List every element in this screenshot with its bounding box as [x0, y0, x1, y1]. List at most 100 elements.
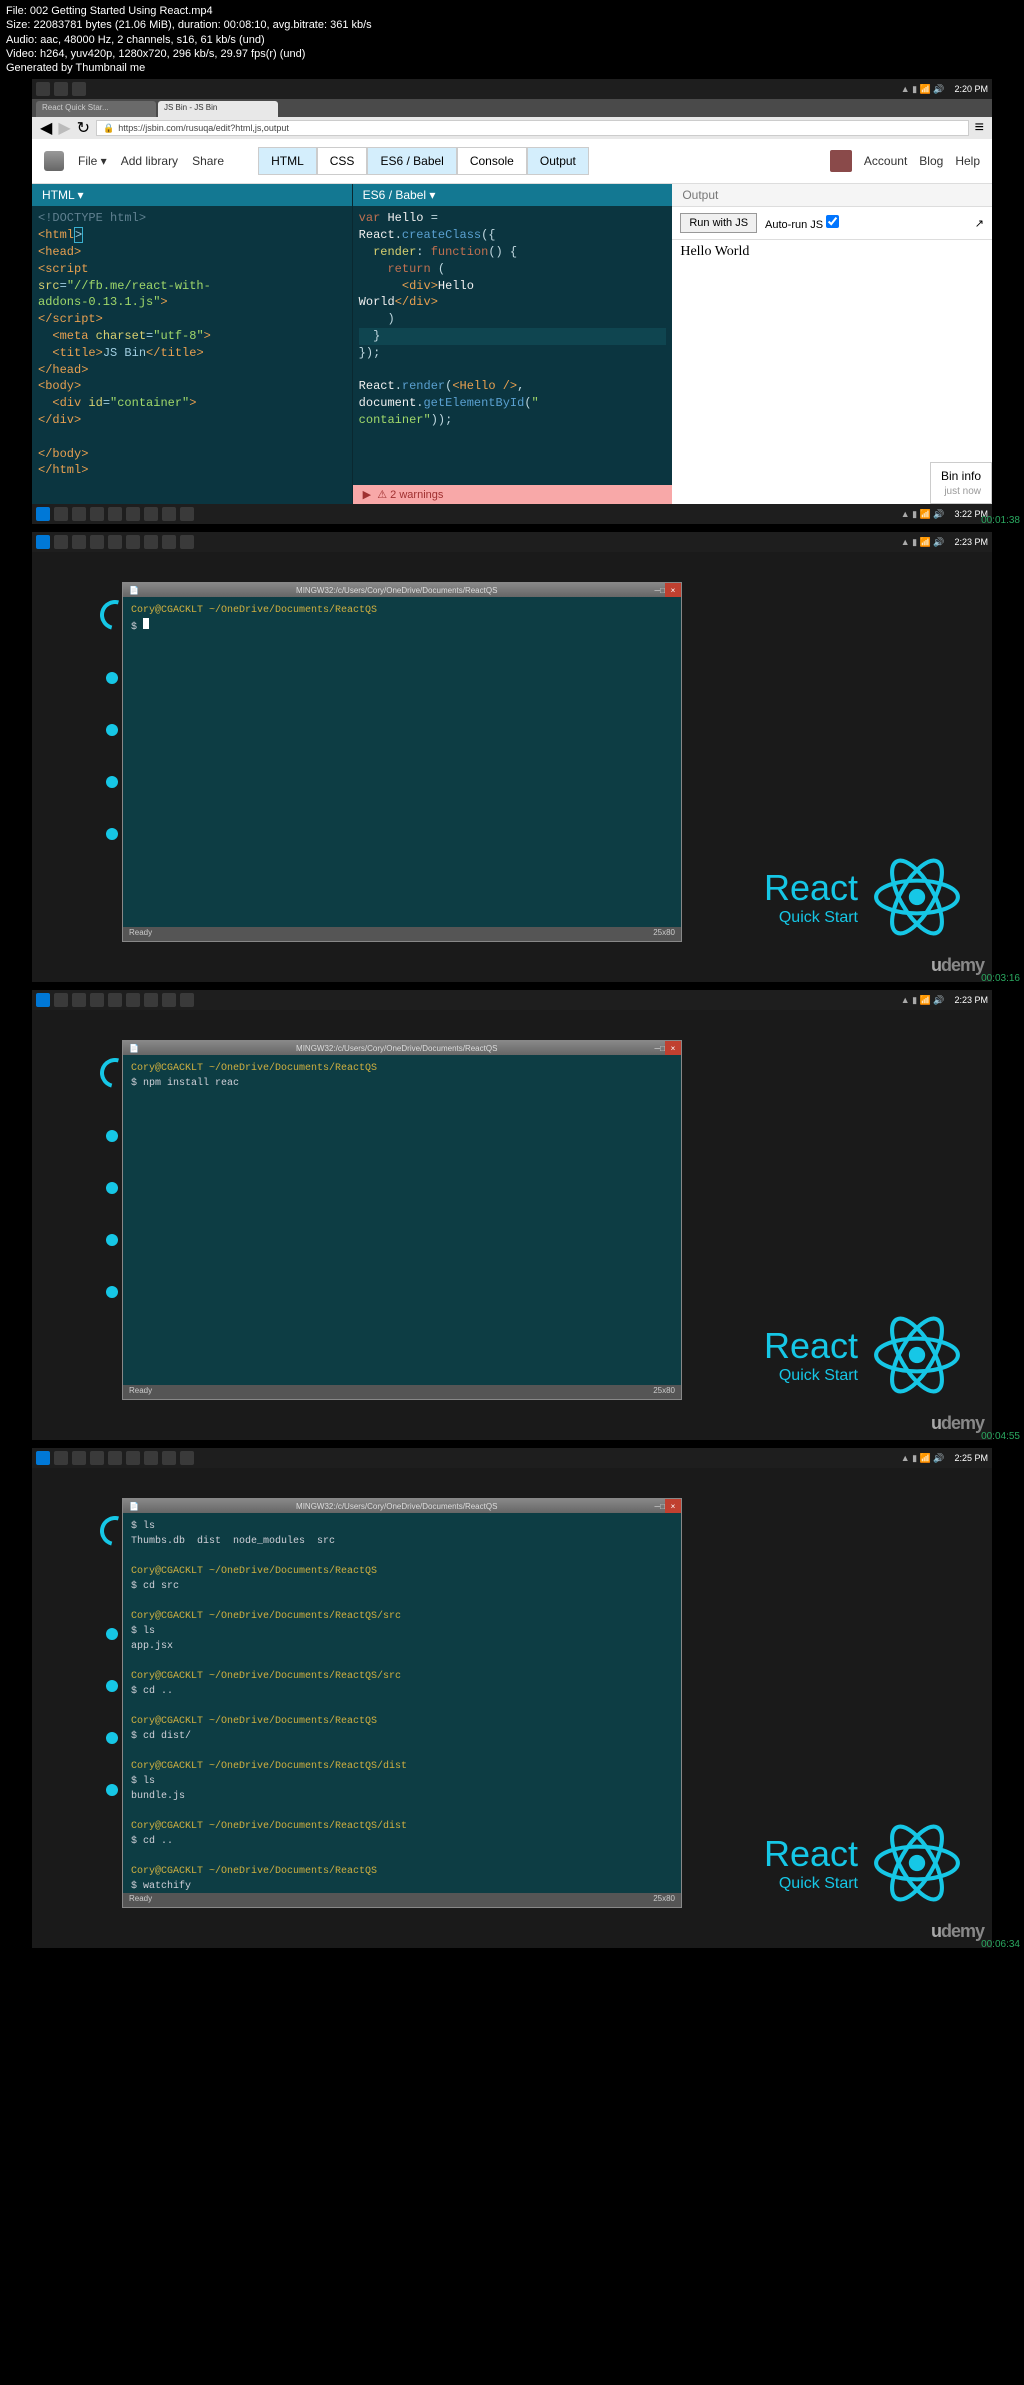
close-icon[interactable]: × [665, 1041, 681, 1055]
frame-timestamp: 00:04:55 [981, 1431, 1020, 1442]
taskbar-app[interactable] [108, 507, 122, 521]
taskbar-app[interactable] [54, 535, 68, 549]
taskbar-icon[interactable] [36, 82, 50, 96]
taskbar-app[interactable] [54, 507, 68, 521]
tray[interactable]: ▲ ▮ 📶 🔊 [901, 509, 945, 520]
react-logo-icon [872, 1310, 962, 1400]
reload-icon[interactable]: ↻ [77, 118, 90, 138]
udemy-watermark: udemy [931, 1921, 984, 1942]
close-icon[interactable]: × [665, 1499, 681, 1513]
taskbar-app[interactable] [126, 507, 140, 521]
system-tray[interactable]: ▲ ▮ 📶 🔊 [901, 84, 945, 95]
run-button[interactable]: Run with JS [680, 213, 757, 233]
user-avatar[interactable] [830, 150, 852, 172]
slide-bullets [106, 1130, 118, 1298]
help-link[interactable]: Help [955, 154, 980, 168]
share-menu[interactable]: Share [192, 154, 224, 168]
jsbin-logo[interactable] [44, 151, 64, 171]
blog-link[interactable]: Blog [919, 154, 943, 168]
taskbar-app[interactable] [108, 535, 122, 549]
output-panel: Output Run with JS Auto-run JS ↗ Hello W… [672, 184, 992, 504]
taskbar-app[interactable] [162, 993, 176, 1007]
taskbar-icon[interactable] [54, 82, 68, 96]
taskbar-app[interactable] [54, 993, 68, 1007]
expand-icon[interactable]: ↗ [975, 217, 984, 230]
tab-output[interactable]: Output [527, 147, 589, 175]
taskbar-app[interactable] [72, 1451, 86, 1465]
taskbar-app[interactable] [180, 535, 194, 549]
taskbar-app[interactable] [72, 535, 86, 549]
bin-info-popup[interactable]: Bin info just now [930, 462, 992, 504]
account-link[interactable]: Account [864, 154, 907, 168]
file-menu[interactable]: File ▾ [78, 154, 107, 168]
taskbar-app[interactable] [54, 1451, 68, 1465]
warnings-bar[interactable]: ▶ ⚠ 2 warnings [353, 485, 673, 504]
thumbnail-frame-3: ▲ ▮ 📶 🔊2:23 PM 📄MINGW32:/c/Users/Cory/On… [0, 990, 1024, 1440]
taskbar-app[interactable] [180, 507, 194, 521]
browser-tab-strip: React Quick Star... JS Bin - JS Bin [32, 99, 992, 117]
output-body: Hello World [672, 240, 992, 264]
taskbar-app[interactable] [162, 1451, 176, 1465]
forward-icon[interactable]: ▶ [58, 118, 70, 138]
start-icon[interactable] [36, 535, 50, 549]
start-icon[interactable] [36, 507, 50, 521]
autorun-checkbox[interactable] [826, 215, 839, 228]
taskbar-app[interactable] [126, 993, 140, 1007]
menu-icon[interactable]: ≡ [975, 119, 984, 137]
tab-css[interactable]: CSS [317, 147, 368, 175]
terminal-body[interactable]: Cory@CGACKLT ~/OneDrive/Documents/ReactQ… [123, 597, 681, 927]
js-editor[interactable]: var Hello = React.createClass({ render: … [353, 206, 673, 504]
start-icon[interactable] [36, 993, 50, 1007]
terminal-titlebar[interactable]: 📄MINGW32:/c/Users/Cory/OneDrive/Document… [123, 1041, 681, 1055]
taskbar-app[interactable] [72, 993, 86, 1007]
taskbar-app[interactable] [180, 993, 194, 1007]
tray[interactable]: ▲ ▮ 📶 🔊 [901, 995, 945, 1006]
taskbar-app[interactable] [144, 993, 158, 1007]
taskbar-app[interactable] [180, 1451, 194, 1465]
taskbar-app[interactable] [126, 535, 140, 549]
html-editor[interactable]: <!DOCTYPE html> <html> <head> <script sr… [32, 206, 352, 504]
taskbar-app[interactable] [126, 1451, 140, 1465]
windows-taskbar-bottom: ▲ ▮ 📶 🔊2:25 PM [32, 1448, 992, 1468]
chrome-browser: React Quick Star... JS Bin - JS Bin ◀ ▶ … [32, 99, 992, 504]
react-brand: ReactQuick Start [764, 1310, 962, 1400]
terminal-body[interactable]: Cory@CGACKLT ~/OneDrive/Documents/ReactQ… [123, 1055, 681, 1385]
lock-icon: 🔒 [103, 123, 114, 134]
taskbar-app[interactable] [162, 507, 176, 521]
es6-panel-header[interactable]: ES6 / Babel ▾ [353, 184, 673, 206]
taskbar-app[interactable] [90, 507, 104, 521]
tray[interactable]: ▲ ▮ 📶 🔊 [901, 1453, 945, 1464]
taskbar-app[interactable] [162, 535, 176, 549]
tab-console[interactable]: Console [457, 147, 527, 175]
url-input[interactable]: 🔒 https://jsbin.com/rusuqa/edit?html,js,… [96, 120, 969, 136]
terminal-body[interactable]: $ ls Thumbs.db dist node_modules src Cor… [123, 1513, 681, 1893]
browser-tab[interactable]: React Quick Star... [36, 101, 156, 117]
clock[interactable]: 2:20 PM [954, 84, 988, 94]
back-icon[interactable]: ◀ [40, 118, 52, 138]
taskbar-icon[interactable] [72, 82, 86, 96]
taskbar-app[interactable] [144, 535, 158, 549]
taskbar-app[interactable] [108, 1451, 122, 1465]
react-brand: ReactQuick Start [764, 1818, 962, 1908]
output-header: Output [672, 184, 992, 207]
terminal-titlebar[interactable]: 📄MINGW32:/c/Users/Cory/OneDrive/Document… [123, 583, 681, 597]
taskbar-app[interactable] [90, 993, 104, 1007]
taskbar-app[interactable] [144, 507, 158, 521]
taskbar-app[interactable] [90, 1451, 104, 1465]
close-icon[interactable]: × [665, 583, 681, 597]
taskbar-app[interactable] [72, 507, 86, 521]
terminal-titlebar[interactable]: 📄MINGW32:/c/Users/Cory/OneDrive/Document… [123, 1499, 681, 1513]
start-icon[interactable] [36, 1451, 50, 1465]
html-panel-header[interactable]: HTML ▾ [32, 184, 352, 206]
tab-html[interactable]: HTML [258, 147, 317, 175]
tray[interactable]: ▲ ▮ 📶 🔊 [901, 537, 945, 548]
taskbar-app[interactable] [90, 535, 104, 549]
windows-taskbar-bottom: ▲ ▮ 📶 🔊2:23 PM [32, 532, 992, 552]
terminal-cursor [143, 618, 149, 629]
browser-tab-active[interactable]: JS Bin - JS Bin [158, 101, 278, 117]
autorun-label[interactable]: Auto-run JS [765, 215, 839, 231]
add-library[interactable]: Add library [121, 154, 178, 168]
tab-es6[interactable]: ES6 / Babel [367, 147, 456, 175]
taskbar-app[interactable] [108, 993, 122, 1007]
taskbar-app[interactable] [144, 1451, 158, 1465]
